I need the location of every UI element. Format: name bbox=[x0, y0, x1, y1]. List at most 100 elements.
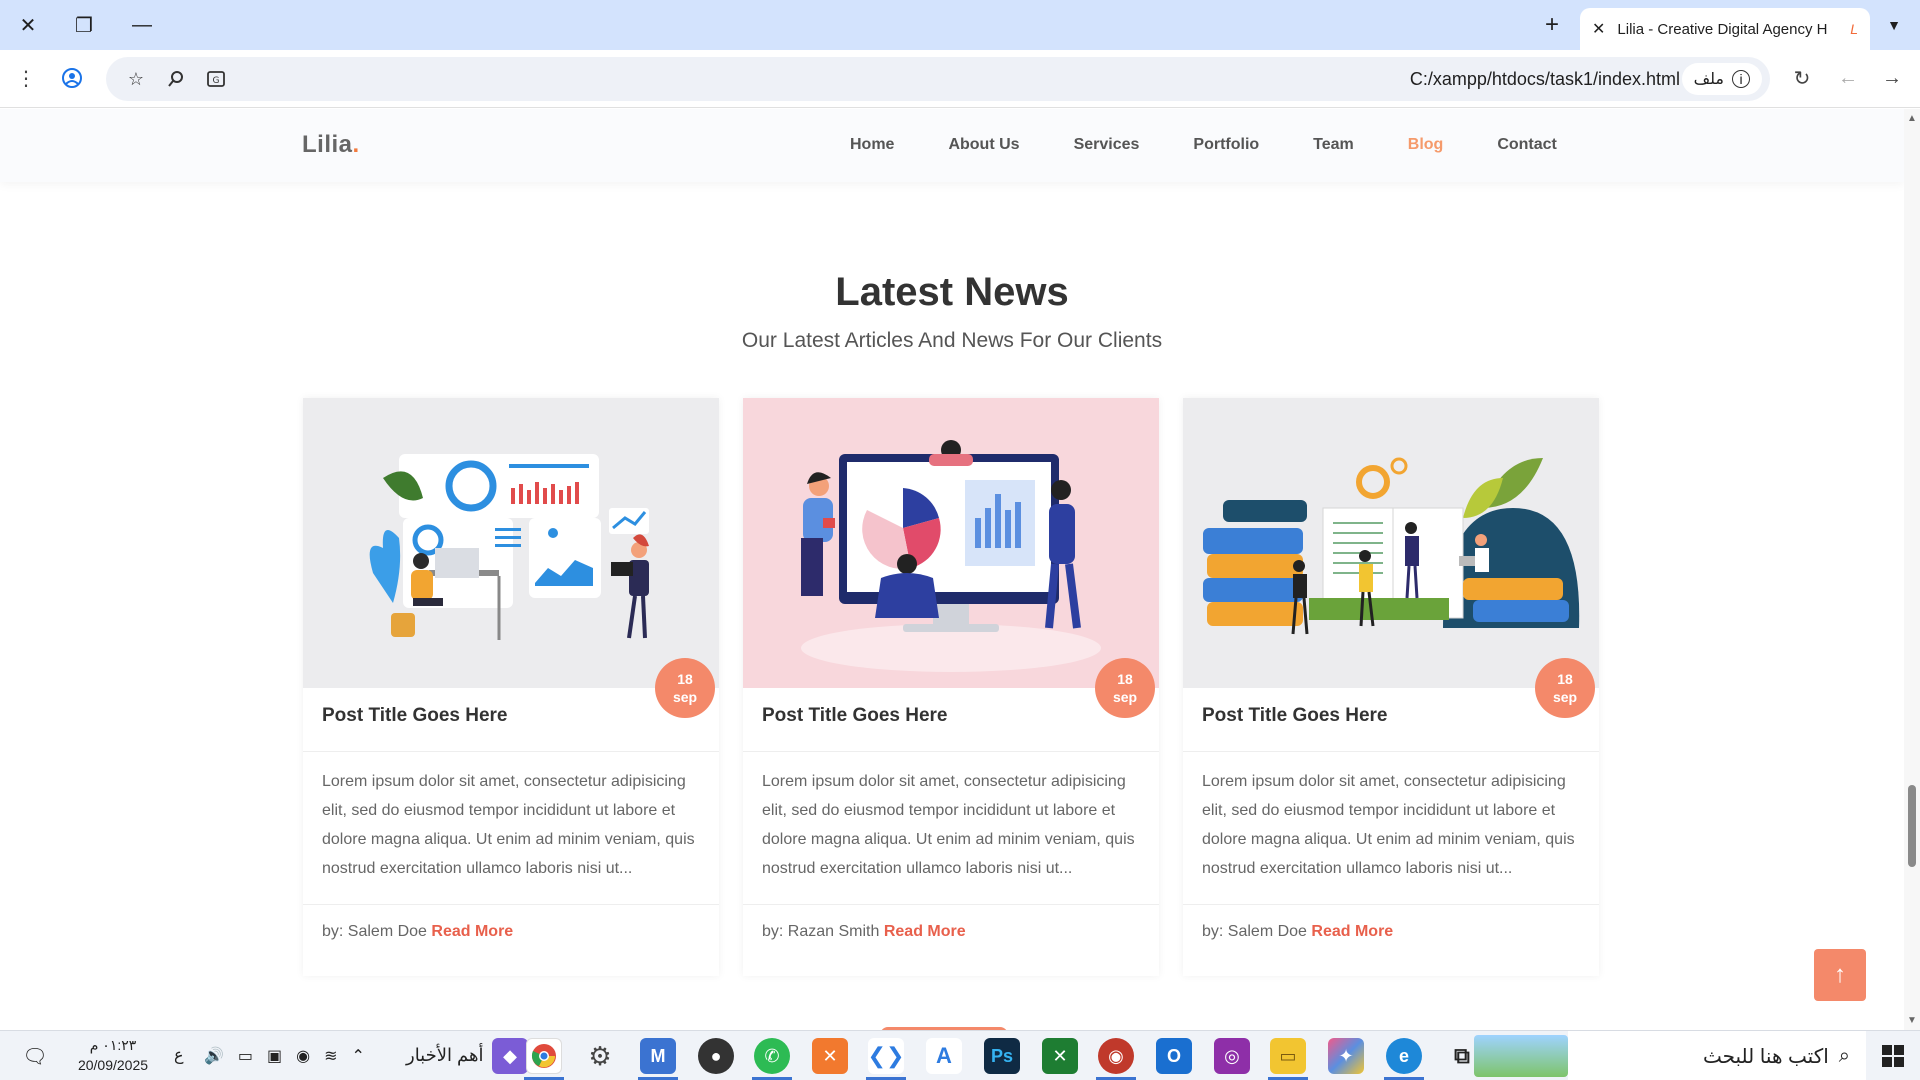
chrome-icon[interactable] bbox=[526, 1038, 562, 1074]
system-clock[interactable]: ٠١:٢٣ م 20/09/2025 bbox=[70, 1035, 156, 1075]
nav-contact[interactable]: Contact bbox=[1497, 136, 1557, 154]
battery-icon[interactable]: ▭ bbox=[238, 1046, 253, 1066]
tab-close-icon[interactable]: ✕ bbox=[1592, 19, 1605, 39]
scrollbar-thumb[interactable] bbox=[1908, 785, 1916, 867]
scroll-up-arrow-icon[interactable]: ▲ bbox=[1907, 113, 1917, 124]
post-title[interactable]: Post Title Goes Here bbox=[1202, 705, 1388, 727]
input-language[interactable]: ع bbox=[174, 1045, 184, 1065]
network-icon[interactable]: ◉ bbox=[296, 1046, 310, 1066]
outlook-icon[interactable]: O bbox=[1156, 1038, 1192, 1074]
windows-start-button[interactable] bbox=[1866, 1031, 1920, 1080]
edge-icon[interactable]: e bbox=[1386, 1038, 1422, 1074]
section-subtitle: Our Latest Articles And News For Our Cli… bbox=[741, 329, 1163, 352]
site-favicon-icon: L bbox=[1850, 21, 1858, 37]
xbox-icon[interactable]: ✕ bbox=[1042, 1038, 1078, 1074]
nav-blog[interactable]: Blog bbox=[1408, 136, 1444, 154]
post-author: by: Salem Doe bbox=[1202, 923, 1307, 940]
nav-about-us[interactable]: About Us bbox=[948, 136, 1019, 154]
svg-text:G: G bbox=[213, 76, 220, 86]
post-title[interactable]: Post Title Goes Here bbox=[762, 705, 948, 727]
bookmark-star-icon[interactable]: ☆ bbox=[120, 63, 152, 95]
read-more-link[interactable]: Read More bbox=[1311, 923, 1393, 940]
post-excerpt: Lorem ipsum dolor sit amet, consectetur … bbox=[762, 773, 1135, 877]
tab-title: Lilia - Creative Digital Agency H bbox=[1617, 20, 1828, 38]
page-scrollbar[interactable]: ▲ ▼ bbox=[1904, 109, 1920, 1030]
show-hidden-icons-chevron-icon[interactable]: ⌃ bbox=[352, 1046, 365, 1066]
nav-home[interactable]: Home bbox=[850, 136, 894, 154]
read-more-link[interactable]: Read More bbox=[431, 923, 513, 940]
date-badge: 18 sep bbox=[655, 658, 715, 718]
new-tab-button[interactable]: + bbox=[1534, 8, 1570, 42]
site-info-chip[interactable]: ملف i bbox=[1681, 63, 1762, 95]
podcasts-icon[interactable]: ◎ bbox=[1214, 1038, 1250, 1074]
app-store-icon[interactable]: A bbox=[926, 1038, 962, 1074]
xampp-icon[interactable]: ✕ bbox=[812, 1038, 848, 1074]
scroll-to-top-button[interactable]: ↑ bbox=[1814, 949, 1866, 1001]
date-month: sep bbox=[672, 689, 698, 705]
scroll-down-arrow-icon[interactable]: ▼ bbox=[1907, 1015, 1917, 1026]
windows-taskbar: 🗨 ٠١:٢٣ م 20/09/2025 ع 🔊 ▭ ▣ ◉ ≋ ⌃ أهم ا… bbox=[0, 1030, 1920, 1080]
back-arrow-icon[interactable]: ← bbox=[1832, 62, 1864, 94]
translate-icon[interactable]: G bbox=[200, 63, 232, 95]
post-image[interactable] bbox=[743, 398, 1159, 688]
nav-services[interactable]: Services bbox=[1074, 136, 1140, 154]
photoshop-icon[interactable]: Ps bbox=[984, 1038, 1020, 1074]
post-image[interactable] bbox=[1183, 398, 1599, 688]
zoom-icon[interactable] bbox=[160, 63, 192, 95]
vscode-icon[interactable]: ❮❯ bbox=[868, 1038, 904, 1074]
divider bbox=[303, 751, 719, 752]
search-placeholder: اكتب هنا للبحث bbox=[1702, 1045, 1829, 1068]
taskbar-search-box[interactable]: ⌕ اكتب هنا للبحث bbox=[1568, 1031, 1866, 1080]
search-highlight-image[interactable] bbox=[1474, 1035, 1568, 1077]
divider bbox=[743, 751, 1159, 752]
browser-titlebar: ✕ ❐ — + ✕ Lilia - Creative Digital Agenc… bbox=[0, 0, 1920, 50]
site-info-label: ملف bbox=[1693, 71, 1724, 88]
address-bar[interactable]: ☆ G C:/xampp/htdocs/task1/index.html ملف… bbox=[106, 57, 1770, 101]
system-tray: 🔊 ▭ ▣ ◉ ≋ ⌃ bbox=[204, 1031, 365, 1080]
profile-icon[interactable] bbox=[56, 62, 88, 94]
app-widget-icon[interactable]: ◆ bbox=[492, 1038, 528, 1074]
nav-portfolio[interactable]: Portfolio bbox=[1193, 136, 1259, 154]
close-window-icon[interactable]: ✕ bbox=[8, 8, 48, 42]
forward-arrow-icon[interactable]: → bbox=[1876, 62, 1908, 94]
post-image[interactable] bbox=[303, 398, 719, 688]
read-more-link[interactable]: Read More bbox=[884, 923, 966, 940]
meet-icon[interactable]: ▣ bbox=[267, 1046, 282, 1066]
volume-icon[interactable]: 🔊 bbox=[204, 1046, 224, 1066]
divider bbox=[303, 904, 719, 905]
wifi-icon[interactable]: ≋ bbox=[324, 1046, 337, 1066]
post-author: by: Salem Doe bbox=[322, 923, 427, 940]
section-title: Latest News bbox=[835, 270, 1069, 314]
reload-icon[interactable]: ↻ bbox=[1786, 62, 1818, 94]
post-footer: by: Salem Doe Read More bbox=[322, 923, 513, 941]
notification-center-icon[interactable]: 🗨 bbox=[20, 1041, 50, 1071]
divider bbox=[743, 904, 1159, 905]
url-text[interactable]: C:/xampp/htdocs/task1/index.html bbox=[1410, 69, 1680, 90]
copilot-icon[interactable]: ✦ bbox=[1328, 1038, 1364, 1074]
clock-date: 20/09/2025 bbox=[77, 1057, 149, 1073]
date-day: 18 bbox=[677, 671, 693, 687]
browser-tab[interactable]: ✕ Lilia - Creative Digital Agency H L bbox=[1580, 8, 1870, 50]
chrome-profile-icon[interactable]: ◉ bbox=[1098, 1038, 1134, 1074]
settings-gear-icon[interactable]: ⚙ bbox=[582, 1038, 618, 1074]
menu-kebab-icon[interactable]: ⋮ bbox=[10, 62, 42, 94]
post-author: by: Razan Smith bbox=[762, 923, 880, 940]
restore-window-icon[interactable]: ❐ bbox=[64, 8, 104, 42]
edge-profile-icon[interactable]: M bbox=[640, 1038, 676, 1074]
tab-search-menu-icon[interactable]: ▼ bbox=[1878, 8, 1910, 42]
date-day: 18 bbox=[1117, 671, 1133, 687]
minimize-window-icon[interactable]: — bbox=[122, 8, 162, 42]
post-footer: by: Razan Smith Read More bbox=[762, 923, 966, 941]
file-explorer-icon[interactable]: ▭ bbox=[1270, 1038, 1306, 1074]
post-title[interactable]: Post Title Goes Here bbox=[322, 705, 508, 727]
search-icon: ⌕ bbox=[1838, 1044, 1850, 1067]
blog-card: 18 sep Post Title Goes Here Lorem ipsum … bbox=[743, 398, 1159, 976]
whatsapp-icon[interactable]: ✆ bbox=[754, 1038, 790, 1074]
post-excerpt: Lorem ipsum dolor sit amet, consectetur … bbox=[322, 773, 695, 877]
site-logo[interactable]: Lilia. bbox=[302, 131, 360, 159]
news-widget[interactable]: أهم الأخبار bbox=[406, 1045, 483, 1066]
date-day: 18 bbox=[1557, 671, 1573, 687]
blog-card: 18 sep Post Title Goes Here Lorem ipsum … bbox=[1183, 398, 1599, 976]
nav-team[interactable]: Team bbox=[1313, 136, 1354, 154]
obs-icon[interactable]: ● bbox=[698, 1038, 734, 1074]
